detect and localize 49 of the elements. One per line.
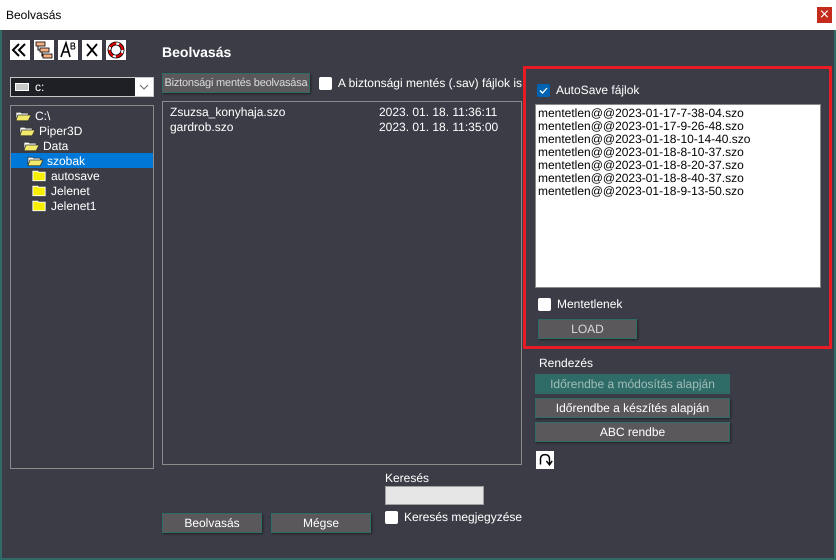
lifebuoy-icon[interactable] [106,40,126,60]
chevrons-left-icon[interactable] [10,40,30,60]
list-item[interactable]: mentetlen@@2023-01-18-8-40-37.szo [538,172,820,185]
list-item[interactable]: mentetlen@@2023-01-17-7-38-04.szo [538,107,820,120]
list-item[interactable]: mentetlen@@2023-01-18-8-10-37.szo [538,146,820,159]
backup-load-button[interactable]: Biztonsági mentés beolvasása [162,73,310,93]
file-name[interactable]: Zsuzsa_konyhaja.szo [170,105,379,120]
tree-item[interactable]: Jelenet1 [11,198,153,213]
search-field[interactable] [385,486,484,505]
list-item[interactable]: mentetlen@@2023-01-18-8-20-37.szo [538,159,820,172]
tree-item[interactable]: Piper3D [11,123,153,138]
checkbox[interactable]: AutoSave fájlok [537,83,829,97]
tree-item[interactable]: szobak [11,153,153,168]
open-folder-icon [23,139,40,152]
list-item[interactable]: mentetlen@@2023-01-17-9-26-48.szo [538,120,820,133]
checkmark-icon [539,86,548,94]
sort-label: Rendezés [539,356,594,371]
search-label: Keresés [385,471,430,485]
load-button[interactable]: LOAD [538,319,637,339]
open-folder-icon [19,124,36,137]
tree-item[interactable]: C:\ [11,108,153,123]
drive-dropdown[interactable]: c: [10,77,154,97]
close-button[interactable]: × [817,7,832,23]
dialog-heading: Beolvasás [162,43,232,62]
list-item[interactable]: mentetlen@@2023-01-18-10-14-40.szo [538,133,820,146]
file-date: 2023. 01. 18. 11:36:11 [379,105,498,120]
checkbox[interactable]: A biztonsági mentés (.sav) fájlok is [318,76,522,90]
checkbox[interactable]: Keresés megjegyzése [385,510,522,524]
drive-icon [15,83,29,91]
list-item[interactable]: mentetlen@@2023-01-18-9-13-50.szo [538,185,820,198]
spell-check-icon[interactable] [58,40,78,60]
close-icon[interactable] [82,40,102,60]
folder-icon [31,184,48,197]
file-name[interactable]: gardrob.szo [170,120,379,135]
checkbox[interactable]: Mentetlenek [538,297,829,311]
chevron-down-icon [139,84,149,90]
file-date: 2023. 01. 18. 11:35:00 [379,120,498,135]
tree-item[interactable]: Jelenet [11,183,153,198]
window-title: Beolvasás [6,8,62,22]
open-folder-icon [15,109,32,122]
hierarchy-icon[interactable] [34,40,54,60]
open-folder-icon [27,154,44,167]
sort-button[interactable]: Időrendbe a készítés alapján [535,398,730,418]
sort-button[interactable]: ABC rendbe [535,422,730,442]
load-button[interactable]: Beolvasás [162,513,262,533]
tree-item[interactable]: autosave [11,168,153,183]
tree-item[interactable]: Data [11,138,153,153]
folder-icon [31,199,48,212]
cancel-button[interactable]: Mégse [271,513,371,533]
